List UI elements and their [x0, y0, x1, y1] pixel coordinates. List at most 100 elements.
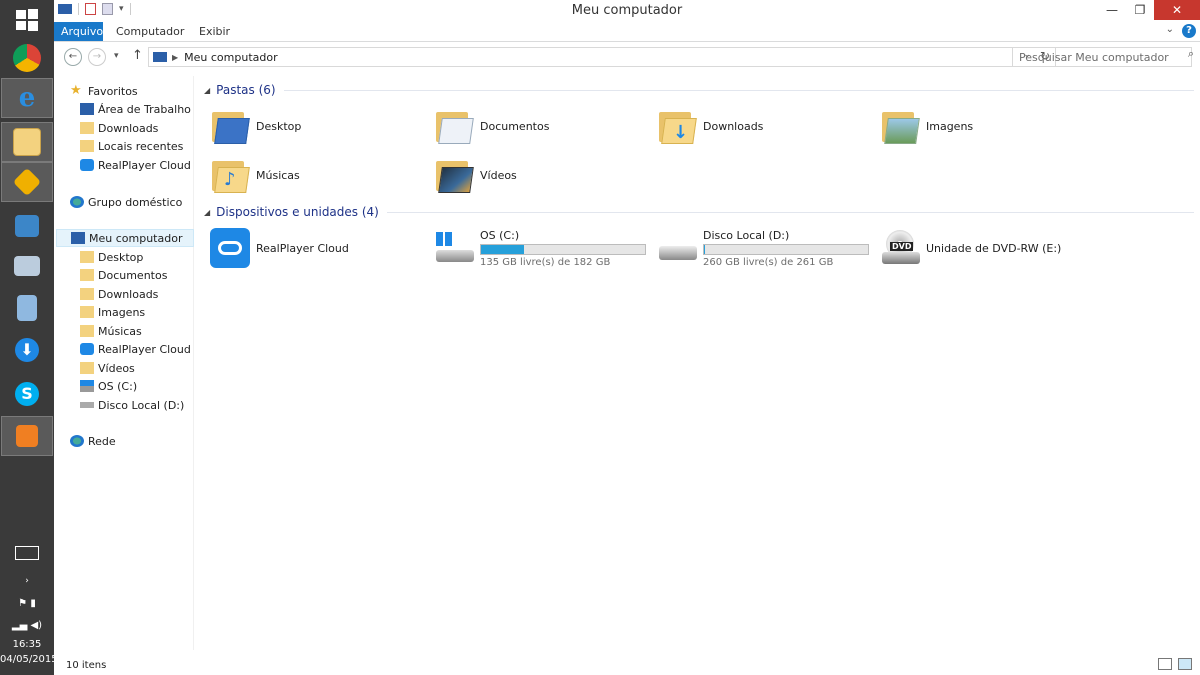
recent-locations-chevron-icon[interactable]: ▾ [114, 51, 119, 61]
drive-free-space: 260 GB livre(s) de 261 GB [703, 256, 834, 268]
nav-item-downloads[interactable]: Downloads [80, 119, 194, 137]
folder-name: Documentos [480, 119, 550, 133]
folder-icon [80, 325, 94, 337]
network-icon [70, 435, 84, 447]
nav-item-disco-local-d[interactable]: Disco Local (D:) [80, 396, 194, 414]
nav-meu-computador[interactable]: Meu computador [56, 229, 194, 247]
calculator-icon [17, 295, 37, 321]
nav-grupo-domestico[interactable]: Grupo doméstico [70, 193, 194, 211]
nav-item-imagens[interactable]: Imagens [80, 303, 194, 321]
folder-icon [80, 269, 94, 281]
minimize-button[interactable]: — [1098, 0, 1126, 20]
device-realplayer-cloud[interactable]: RealPlayer Cloud [210, 226, 430, 270]
drive-disco-local-d[interactable]: Disco Local (D:) 260 GB livre(s) de 261 … [657, 226, 877, 270]
folder-musicas[interactable]: ♪ Músicas [210, 153, 430, 197]
nav-label: OS (C:) [98, 379, 138, 393]
tab-exibir[interactable]: Exibir [192, 22, 237, 41]
help-button[interactable]: ? [1182, 24, 1196, 38]
nav-item-locais-recentes[interactable]: Locais recentes [80, 137, 194, 155]
nav-item-desktop[interactable]: Desktop [80, 248, 194, 266]
drive-os-c[interactable]: OS (C:) 135 GB livre(s) de 182 GB [434, 226, 654, 270]
device-name: RealPlayer Cloud [256, 241, 349, 255]
breadcrumb-chevron-icon[interactable]: ▶ [172, 53, 178, 62]
documents-folder-icon [434, 106, 474, 146]
group-dispositivos[interactable]: ◢ Dispositivos e unidades (4) [204, 202, 1194, 222]
taskbar-realplayer[interactable] [1, 416, 53, 456]
drive-usage-fill [704, 244, 705, 254]
chevron-right-icon[interactable]: › [0, 576, 54, 586]
drive-usage-bar [480, 243, 646, 255]
address-bar[interactable]: ▶ Meu computador ⌄ ↻ [148, 47, 1056, 67]
close-button[interactable]: ✕ [1154, 0, 1200, 20]
navigation-pane: ★ Favoritos Área de Trabalho Downloads L… [54, 76, 194, 650]
nav-rede[interactable]: Rede [70, 432, 194, 450]
hard-drive-icon [80, 402, 94, 408]
nav-item-os-c[interactable]: OS (C:) [80, 377, 194, 395]
taskbar-downloader[interactable]: ⬇ [1, 330, 53, 370]
explorer-window: ▾ Meu computador — ❐ ✕ Arquivo Computado… [54, 0, 1200, 675]
navigation-bar: ← → ▾ ↑ ▶ Meu computador ⌄ ↻ Pesquisar M… [54, 44, 1200, 70]
nav-label: Documentos [98, 268, 168, 282]
expand-ribbon-icon[interactable]: ⌄ [1166, 24, 1174, 35]
breadcrumb[interactable]: Meu computador [184, 51, 277, 64]
search-input[interactable]: Pesquisar Meu computador [1012, 47, 1192, 67]
nav-item-videos[interactable]: Vídeos [80, 359, 194, 377]
network-volume-icon[interactable]: ▂▄ ◀) [0, 620, 54, 631]
folder-desktop[interactable]: Desktop [210, 104, 430, 148]
forward-button[interactable]: → [88, 48, 106, 66]
drive-usage-fill [481, 244, 524, 254]
taskbar-chrome[interactable] [1, 38, 53, 78]
restore-button[interactable]: ❐ [1126, 0, 1154, 20]
group-title: Pastas (6) [216, 83, 276, 97]
nav-favoritos[interactable]: ★ Favoritos [70, 82, 194, 100]
clock-date[interactable]: 04/05/2015 [0, 654, 58, 665]
nav-item-documentos[interactable]: Documentos [80, 266, 194, 284]
drive-details: Disco Local (D:) 260 GB livre(s) de 261 … [703, 229, 869, 268]
tab-computador[interactable]: Computador [109, 22, 191, 41]
folder-documentos[interactable]: Documentos [434, 104, 654, 148]
collapse-caret-icon[interactable]: ◢ [204, 208, 210, 217]
flag-icon[interactable]: ⚑ ▮ [0, 598, 54, 609]
recent-places-icon [80, 140, 94, 152]
window-controls: — ❐ ✕ [1098, 0, 1200, 20]
windows-drive-icon [80, 380, 94, 392]
touch-keyboard-icon[interactable] [0, 546, 54, 560]
taskbar-winamp[interactable] [1, 162, 53, 202]
nav-item-realplayer-cloud-2[interactable]: RealPlayer Cloud [80, 340, 194, 358]
drive-dvd-rw-e[interactable]: DVD Unidade de DVD-RW (E:) [880, 226, 1100, 270]
search-icon[interactable]: ⌕ [1188, 47, 1194, 61]
music-folder-icon: ♪ [210, 155, 250, 195]
taskbar-internet-explorer[interactable]: e [1, 78, 53, 118]
folder-imagens[interactable]: Imagens [880, 104, 1100, 148]
group-pastas[interactable]: ◢ Pastas (6) [204, 80, 1194, 100]
nav-label: Disco Local (D:) [98, 398, 185, 412]
nav-item-downloads-2[interactable]: Downloads [80, 285, 194, 303]
nav-item-realplayer-cloud[interactable]: RealPlayer Cloud [80, 156, 194, 174]
nav-label: Imagens [98, 305, 146, 319]
nav-label: Downloads [98, 121, 159, 135]
taskbar-file-explorer[interactable] [1, 122, 53, 162]
nav-label: Área de Trabalho [98, 102, 191, 116]
file-explorer-icon [13, 128, 41, 156]
collapse-caret-icon[interactable]: ◢ [204, 86, 210, 95]
details-view-icon[interactable] [1158, 658, 1172, 670]
taskbar-skype[interactable]: S [1, 374, 53, 414]
folder-downloads[interactable]: ↓ Downloads [657, 104, 877, 148]
monitor-icon [14, 256, 40, 276]
up-arrow-icon[interactable]: ↑ [132, 48, 143, 63]
start-button[interactable] [1, 0, 53, 40]
back-button[interactable]: ← [64, 48, 82, 66]
nav-item-musicas[interactable]: Músicas [80, 322, 194, 340]
clock-time[interactable]: 16:35 [0, 639, 54, 650]
tab-arquivo[interactable]: Arquivo [54, 22, 103, 41]
videos-folder-icon [434, 155, 474, 195]
folder-videos[interactable]: Vídeos [434, 153, 654, 197]
status-bar: 10 itens [54, 655, 1200, 675]
taskbar-control-panel[interactable] [1, 206, 53, 246]
nav-item-area-de-trabalho[interactable]: Área de Trabalho [80, 100, 194, 118]
folder-name: Downloads [703, 119, 764, 133]
large-icons-view-icon[interactable] [1178, 658, 1192, 670]
taskbar-computer[interactable] [1, 246, 53, 286]
taskbar-calculator[interactable] [1, 288, 53, 328]
nav-label: RealPlayer Cloud [98, 342, 191, 356]
